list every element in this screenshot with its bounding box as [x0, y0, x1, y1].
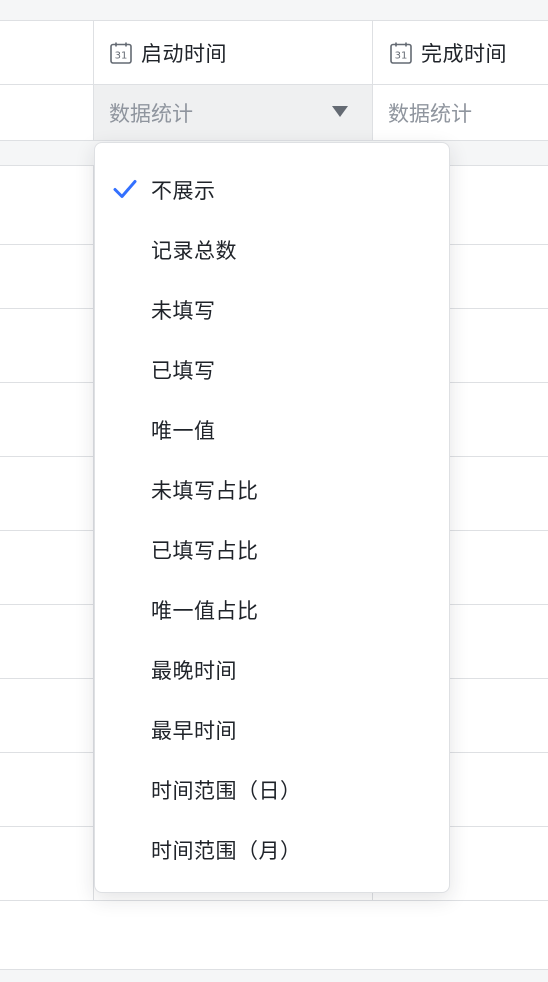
menu-item[interactable]: 未填写占比: [95, 460, 449, 520]
stat-select-finish-time[interactable]: 数据统计: [373, 85, 548, 140]
table-bottom-strip: [0, 970, 548, 982]
row-divider: [0, 900, 548, 901]
stat-select-placeholder: 数据统计: [388, 101, 472, 126]
stat-dropdown-menu: 不展示记录总数未填写已填写唯一值未填写占比已填写占比唯一值占比最晚时间最早时间时…: [94, 142, 450, 893]
svg-text:31: 31: [115, 50, 128, 61]
column-title: 完成时间: [421, 41, 507, 66]
menu-item[interactable]: 唯一值: [95, 400, 449, 460]
menu-item[interactable]: 时间范围（月）: [95, 820, 449, 880]
menu-item-label: 记录总数: [151, 239, 237, 263]
menu-item-label: 最晚时间: [151, 659, 237, 683]
menu-item-label: 唯一值占比: [151, 599, 259, 623]
menu-item-label: 不展示: [151, 179, 216, 203]
menu-item[interactable]: 已填写: [95, 340, 449, 400]
menu-item[interactable]: 唯一值占比: [95, 580, 449, 640]
column-header-start-time[interactable]: 31 启动时间: [110, 21, 227, 84]
menu-item[interactable]: 已填写占比: [95, 520, 449, 580]
menu-item[interactable]: 未填写: [95, 280, 449, 340]
caret-down-icon: [332, 106, 348, 117]
svg-text:31: 31: [395, 50, 408, 61]
calendar-icon: 31: [390, 42, 412, 64]
menu-item-label: 已填写: [151, 359, 216, 383]
column-header-finish-time[interactable]: 31 完成时间: [390, 21, 507, 84]
menu-item[interactable]: 不展示: [95, 160, 449, 220]
stat-select-placeholder: 数据统计: [109, 101, 193, 126]
menu-item[interactable]: 最晚时间: [95, 640, 449, 700]
menu-item[interactable]: 记录总数: [95, 220, 449, 280]
menu-item-label: 未填写占比: [151, 479, 259, 503]
column-title: 启动时间: [141, 41, 227, 66]
menu-item-label: 已填写占比: [151, 539, 259, 563]
menu-item-label: 最早时间: [151, 719, 237, 743]
table-top-strip: [0, 0, 548, 21]
menu-item-label: 唯一值: [151, 419, 216, 443]
stat-select-start-time[interactable]: 数据统计: [94, 85, 372, 140]
calendar-icon: 31: [110, 42, 132, 64]
menu-item-label: 时间范围（月）: [151, 839, 302, 863]
menu-item[interactable]: 时间范围（日）: [95, 760, 449, 820]
menu-item-label: 未填写: [151, 299, 216, 323]
checkmark-icon: [113, 180, 137, 198]
menu-item[interactable]: 最早时间: [95, 700, 449, 760]
menu-item-label: 时间范围（日）: [151, 779, 302, 803]
